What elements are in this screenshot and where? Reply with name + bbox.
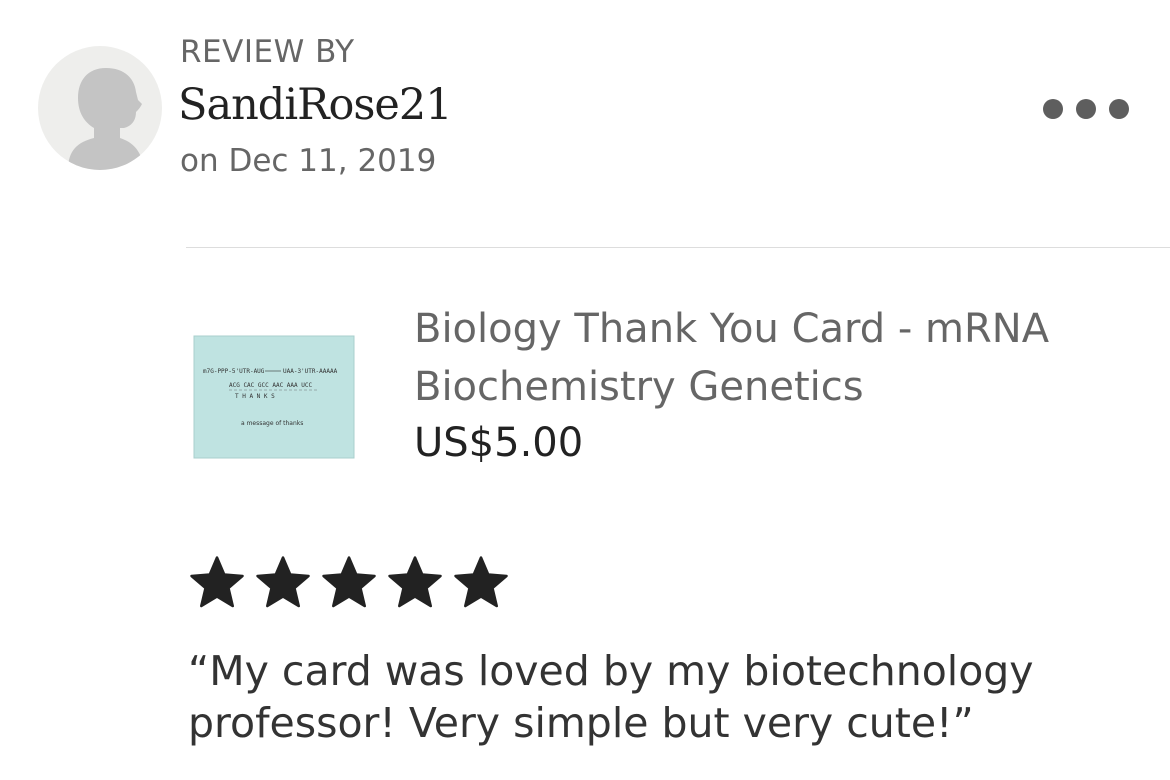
star-icon bbox=[256, 556, 310, 608]
star-icon bbox=[454, 556, 508, 608]
reviewer-name[interactable]: SandiRose21 bbox=[178, 80, 453, 130]
star-icon bbox=[388, 556, 442, 608]
more-options-button[interactable] bbox=[1043, 92, 1129, 126]
thumb-codons: ACG CAC GCC AAC AAA UCC bbox=[229, 382, 312, 389]
divider bbox=[186, 247, 1170, 248]
product-title-link[interactable]: Biology Thank You Card - mRNA Biochemist… bbox=[414, 300, 1114, 416]
review-by-label: REVIEW BY bbox=[180, 34, 355, 70]
star-rating bbox=[186, 553, 512, 613]
thumb-line1: m7G-PPP-5'UTR-AUG bbox=[203, 368, 265, 375]
thumb-line1-right: UAA-3'UTR-AAAAA bbox=[283, 368, 338, 375]
star-icon bbox=[190, 556, 244, 608]
review-text: “My card was loved by my biotechnology p… bbox=[188, 647, 1034, 747]
more-dot-icon bbox=[1109, 99, 1129, 119]
product-thumbnail[interactable]: m7G-PPP-5'UTR-AUG UAA-3'UTR-AAAAA ACG CA… bbox=[193, 335, 355, 459]
star-icon bbox=[322, 556, 376, 608]
reviewer-avatar[interactable] bbox=[38, 46, 162, 170]
user-silhouette-icon bbox=[68, 68, 144, 170]
more-dot-icon bbox=[1043, 99, 1063, 119]
thumb-caption: a message of thanks bbox=[241, 420, 303, 427]
more-dot-icon bbox=[1076, 99, 1096, 119]
review-date: on Dec 11, 2019 bbox=[180, 143, 437, 179]
thumb-word: T H A N K S bbox=[235, 393, 275, 400]
product-price: US$5.00 bbox=[414, 420, 584, 466]
